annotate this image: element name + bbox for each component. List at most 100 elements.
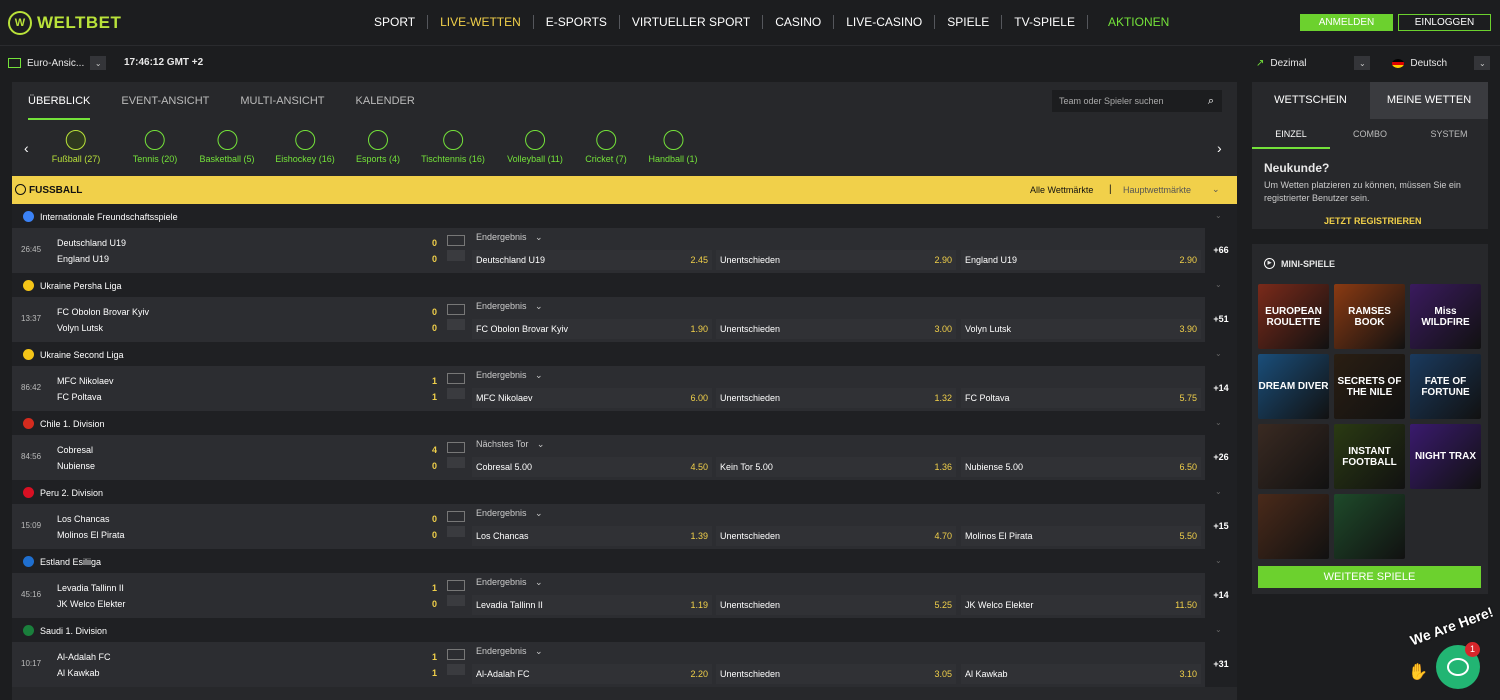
odds-button[interactable]: Cobresal 5.00 4.50 bbox=[472, 457, 712, 477]
pitch-icon[interactable] bbox=[447, 442, 465, 453]
odds-button[interactable]: MFC Nikolaev 6.00 bbox=[472, 388, 712, 408]
stats-icon[interactable] bbox=[447, 388, 465, 399]
home-team[interactable]: Deutschland U19 bbox=[57, 238, 126, 248]
odds-button[interactable]: FC Poltava 5.75 bbox=[961, 388, 1201, 408]
odds-button[interactable]: Unentschieden 4.70 bbox=[716, 526, 956, 546]
stats-icon[interactable] bbox=[447, 457, 465, 468]
market-select[interactable]: Nächstes Tor ⌄ bbox=[476, 439, 544, 450]
pitch-icon[interactable] bbox=[447, 373, 465, 384]
tab-system[interactable]: SYSTEM bbox=[1410, 119, 1488, 149]
league-header[interactable]: Chile 1. Division ⌄ bbox=[12, 411, 1237, 435]
stats-icon[interactable] bbox=[447, 250, 465, 261]
away-team[interactable]: JK Welco Elekter bbox=[57, 599, 125, 609]
stats-icon[interactable] bbox=[447, 595, 465, 606]
more-games-button[interactable]: WEITERE SPIELE bbox=[1258, 566, 1481, 588]
odds-button[interactable]: Unentschieden 3.00 bbox=[716, 319, 956, 339]
game-tile[interactable]: Miss WILDFIRE bbox=[1410, 284, 1481, 349]
odds-button[interactable]: Levadia Tallinn II 1.19 bbox=[472, 595, 712, 615]
nav-live-wetten[interactable]: LIVE-WETTEN bbox=[428, 15, 534, 29]
nav-casino[interactable]: CASINO bbox=[763, 15, 835, 29]
logo[interactable]: W WELTBET bbox=[8, 10, 121, 36]
chevron-down-icon[interactable]: ⌄ bbox=[1215, 349, 1222, 358]
odds-button[interactable]: Molinos El Pirata 5.50 bbox=[961, 526, 1201, 546]
more-markets-button[interactable]: +26 bbox=[1205, 435, 1237, 480]
market-select[interactable]: Endergebnis ⌄ bbox=[476, 370, 543, 381]
game-tile[interactable]: EUROPEAN ROULETTE bbox=[1258, 284, 1329, 349]
market-select[interactable]: Endergebnis ⌄ bbox=[476, 577, 543, 588]
game-tile[interactable] bbox=[1258, 494, 1329, 559]
league-header[interactable]: Saudi 1. Division ⌄ bbox=[12, 618, 1237, 642]
all-markets-link[interactable]: Alle Wettmärkte bbox=[1030, 185, 1093, 195]
game-tile[interactable]: RAMSES BOOK bbox=[1334, 284, 1405, 349]
home-team[interactable]: MFC Nikolaev bbox=[57, 376, 114, 386]
more-markets-button[interactable]: +66 bbox=[1205, 228, 1237, 273]
stats-icon[interactable] bbox=[447, 664, 465, 675]
odds-button[interactable]: Nubiense 5.00 6.50 bbox=[961, 457, 1201, 477]
sport-item[interactable]: Tischtennis (16) bbox=[421, 130, 485, 164]
chevron-down-icon[interactable]: ⌄ bbox=[1354, 56, 1371, 70]
nav-promotions[interactable]: AKTIONEN bbox=[1088, 15, 1181, 29]
nav-virtueller-sport[interactable]: VIRTUELLER SPORT bbox=[620, 15, 764, 29]
nav-spiele[interactable]: SPIELE bbox=[935, 15, 1003, 29]
pitch-icon[interactable] bbox=[447, 511, 465, 522]
stats-icon[interactable] bbox=[447, 526, 465, 537]
odds-format[interactable]: Dezimal bbox=[1270, 58, 1348, 69]
sport-item[interactable]: Fußball (27) bbox=[52, 130, 100, 164]
tab-combo[interactable]: COMBO bbox=[1331, 119, 1409, 149]
away-team[interactable]: Volyn Lutsk bbox=[57, 323, 103, 333]
game-tile[interactable]: FATE OF FORTUNE bbox=[1410, 354, 1481, 419]
tab-single[interactable]: EINZEL bbox=[1252, 119, 1330, 149]
home-team[interactable]: Levadia Tallinn II bbox=[57, 583, 124, 593]
tab-betslip[interactable]: WETTSCHEIN bbox=[1252, 82, 1369, 119]
more-markets-button[interactable]: +31 bbox=[1205, 642, 1237, 687]
league-header[interactable]: Estland Esiliiga ⌄ bbox=[12, 549, 1237, 573]
away-team[interactable]: Al Kawkab bbox=[57, 668, 100, 678]
sport-item[interactable]: Basketball (5) bbox=[199, 130, 255, 164]
home-team[interactable]: FC Obolon Brovar Kyiv bbox=[57, 307, 149, 317]
market-select[interactable]: Endergebnis ⌄ bbox=[476, 646, 543, 657]
tab-my-bets[interactable]: MEINE WETTEN bbox=[1370, 82, 1488, 119]
away-team[interactable]: Molinos El Pirata bbox=[57, 530, 125, 540]
search-input[interactable]: Team oder Spieler suchen ⌕ bbox=[1052, 90, 1222, 112]
nav-e-sports[interactable]: E-SPORTS bbox=[534, 15, 620, 29]
odds-button[interactable]: Al Kawkab 3.10 bbox=[961, 664, 1201, 684]
more-markets-button[interactable]: +15 bbox=[1205, 504, 1237, 549]
odds-button[interactable]: England U19 2.90 bbox=[961, 250, 1201, 270]
tab-0[interactable]: ÜBERBLICK bbox=[28, 82, 91, 120]
odds-button[interactable]: Volyn Lutsk 3.90 bbox=[961, 319, 1201, 339]
login-button[interactable]: ANMELDEN bbox=[1300, 14, 1393, 31]
chevron-down-icon[interactable]: ⌄ bbox=[1215, 211, 1222, 220]
odds-button[interactable]: Al-Adalah FC 2.20 bbox=[472, 664, 712, 684]
market-select[interactable]: Endergebnis ⌄ bbox=[476, 232, 543, 243]
away-team[interactable]: England U19 bbox=[57, 254, 109, 264]
chevron-down-icon[interactable]: ⌄ bbox=[1474, 56, 1491, 70]
league-header[interactable]: Internationale Freundschaftsspiele ⌄ bbox=[12, 204, 1237, 228]
home-team[interactable]: Los Chancas bbox=[57, 514, 110, 524]
sport-item[interactable]: Tennis (20) bbox=[133, 130, 177, 164]
pitch-icon[interactable] bbox=[447, 649, 465, 660]
more-markets-button[interactable]: +14 bbox=[1205, 366, 1237, 411]
odds-button[interactable]: FC Obolon Brovar Kyiv 1.90 bbox=[472, 319, 712, 339]
nav-live-casino[interactable]: LIVE-CASINO bbox=[834, 15, 936, 29]
language-select[interactable]: Deutsch bbox=[1410, 58, 1468, 69]
arrow-right-icon[interactable]: › bbox=[1217, 140, 1222, 156]
register-now-link[interactable]: JETZT REGISTRIEREN bbox=[1324, 216, 1422, 226]
sport-item[interactable]: Cricket (7) bbox=[585, 130, 627, 164]
chat-button[interactable]: 1 bbox=[1436, 642, 1480, 689]
chevron-down-icon[interactable]: ⌄ bbox=[1215, 418, 1222, 427]
main-markets-link[interactable]: Hauptwettmärkte bbox=[1123, 185, 1191, 195]
away-team[interactable]: Nubiense bbox=[57, 461, 95, 471]
odds-button[interactable]: Deutschland U19 2.45 bbox=[472, 250, 712, 270]
nav-tv-spiele[interactable]: TV-SPIELE bbox=[1002, 15, 1088, 29]
odds-button[interactable]: Unentschieden 5.25 bbox=[716, 595, 956, 615]
chevron-down-icon[interactable]: ⌄ bbox=[1215, 280, 1222, 289]
league-header[interactable]: Peru 2. Division ⌄ bbox=[12, 480, 1237, 504]
market-select[interactable]: Endergebnis ⌄ bbox=[476, 508, 543, 519]
pitch-icon[interactable] bbox=[447, 235, 465, 246]
sport-item[interactable]: Eishockey (16) bbox=[275, 130, 335, 164]
pitch-icon[interactable] bbox=[447, 304, 465, 315]
signin-button[interactable]: EINLOGGEN bbox=[1398, 14, 1491, 31]
more-markets-button[interactable]: +14 bbox=[1205, 573, 1237, 618]
league-header[interactable]: Ukraine Second Liga ⌄ bbox=[12, 342, 1237, 366]
odds-button[interactable]: JK Welco Elekter 11.50 bbox=[961, 595, 1201, 615]
